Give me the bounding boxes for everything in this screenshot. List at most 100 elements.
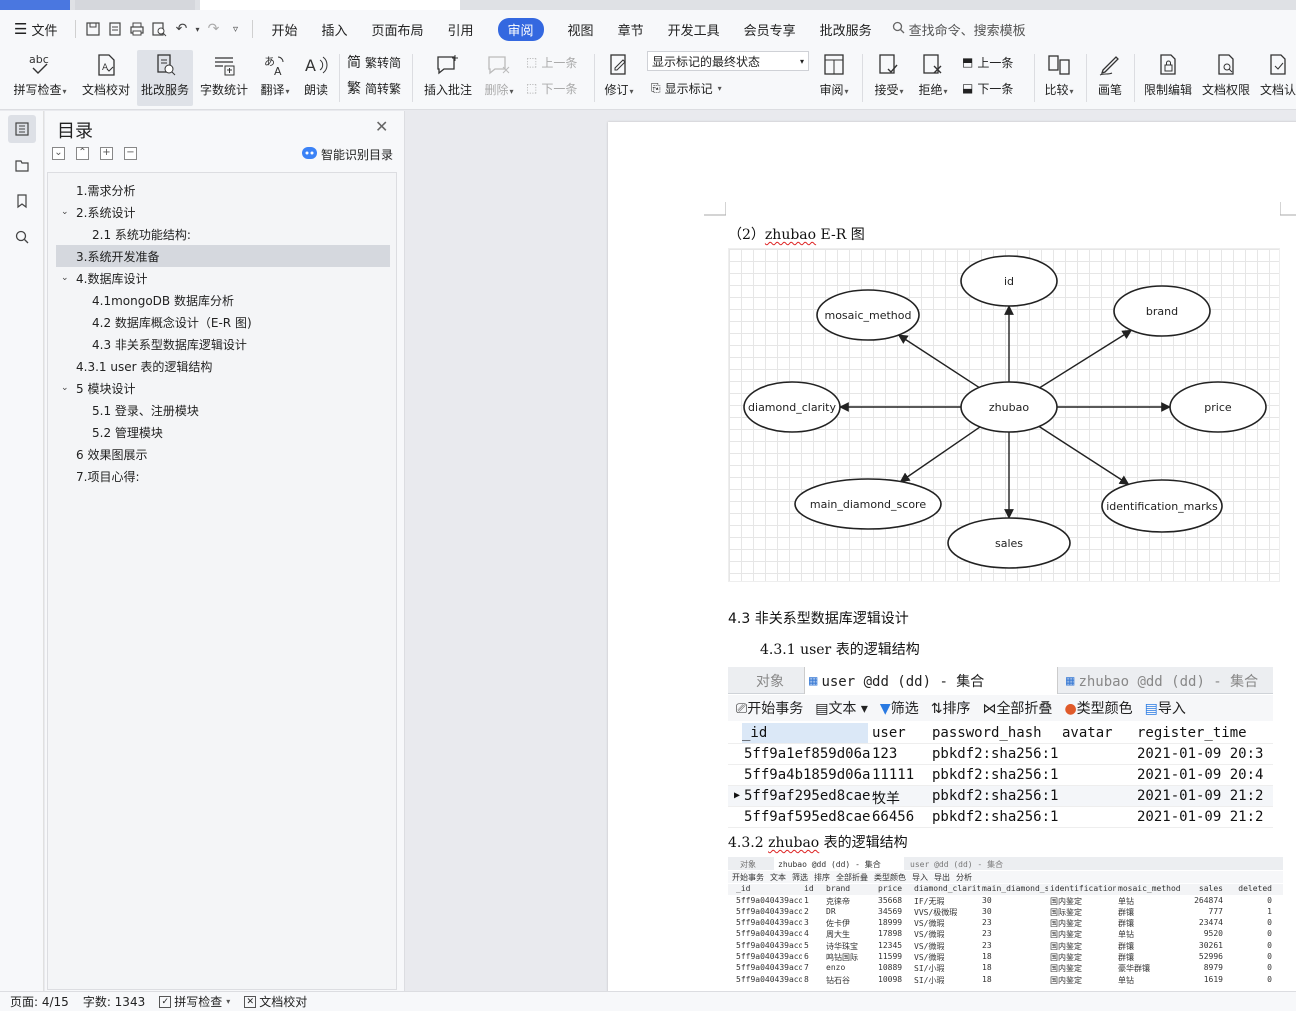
correct-service-button[interactable]: 批改服务 [137,50,193,106]
doc-proof-toggle[interactable]: ✕ 文档校对 [244,993,307,1010]
next-change-button[interactable]: ⬓ 下一条 [962,77,1013,99]
toc-item[interactable]: 4.2 数据库概念设计（E-R 图) [92,311,252,333]
read-aloud-button[interactable]: A 朗读 [299,50,333,106]
grid-cell: 单钻 [1118,896,1134,906]
toc-item-selected[interactable]: 3.系统开发准备 [56,245,390,267]
undo-dropdown-icon[interactable]: ▾ [192,18,202,40]
grid-cell: 1 [804,895,809,905]
spell-check-button[interactable]: abc 拼写检查▾ [8,50,72,106]
toc-item[interactable]: 2.1 系统功能结构: [92,223,191,245]
window-tab-home[interactable] [0,0,70,10]
redo-icon[interactable]: ↷ [202,18,224,40]
grid-cell: enzo [826,963,846,973]
toc-item[interactable]: 4.3.1 user 表的逻辑结构 [76,355,212,377]
show-markup-button[interactable]: ⎘ 显示标记 ▾ [651,77,722,99]
prev-change-button[interactable]: ⬒ 上一条 [962,51,1013,73]
simp-to-trad-button[interactable]: 繁简转繁 [347,77,401,99]
customize-quick-access-icon[interactable]: ▿ [224,18,246,40]
track-changes-button[interactable]: 修订▾ [600,50,638,106]
tab-review[interactable]: 审阅 [486,10,556,48]
grid-cell: 5ff9a040439acd0 [736,974,802,984]
document-area[interactable]: （2）zhubao E-R 图 zhubao id brand price identi… [406,111,1296,991]
add-heading-icon[interactable]: + [100,147,113,160]
tab-start[interactable]: 开始 [259,10,309,48]
chapter-nav-icon[interactable] [8,151,36,179]
toc-item[interactable]: 7.项目心得: [76,465,140,487]
file-menu[interactable]: ☰ 文件 [0,10,69,48]
accept-button[interactable]: 接受▾ [869,50,909,106]
smart-toc-button[interactable]: 智能识别目录 [302,146,393,163]
doc-permission-button[interactable]: 文档权限 [1198,50,1254,106]
page-indicator[interactable]: 页面: 4/15 [10,993,69,1010]
markup-mode-select[interactable]: 显示标记的最终状态 ▾ [647,51,809,71]
print-preview-icon[interactable] [148,18,170,40]
tab-developer[interactable]: 开发工具 [656,10,732,48]
tab-member[interactable]: 会员专享 [732,10,808,48]
er-attribute-node: identification_marks [1101,479,1223,533]
command-search[interactable]: 查找命令、搜索模板 [892,20,1026,39]
toc-item[interactable]: 4.数据库设计 [76,267,147,289]
toc-item[interactable]: 4.3 非关系型数据库逻辑设计 [92,333,247,355]
save-icon[interactable] [82,18,104,40]
grid-cell: 17898 [878,929,903,939]
doc-proof-icon: A [98,54,115,76]
next-comment-button[interactable]: ⬚ 下一条 [526,77,577,99]
tab-references[interactable]: 引用 [436,10,486,48]
chevron-down-icon[interactable]: ⌄ [61,273,69,283]
window-tab-document[interactable] [200,0,460,10]
delete-comment-icon [488,56,510,75]
toc-item[interactable]: 5 模块设计 [76,377,135,399]
trad-to-simp-button[interactable]: 简繁转简 [347,51,401,73]
window-tab-strip [0,0,1296,10]
word-count-indicator[interactable]: 字数: 1343 [83,993,145,1010]
tab-correct-service[interactable]: 批改服务 [808,10,884,48]
bookmark-icon[interactable] [8,187,36,215]
toc-item[interactable]: 5.1 登录、注册模块 [92,399,199,421]
grid-cell: 单钻 [1118,975,1134,985]
remove-heading-icon[interactable]: − [124,147,137,160]
chevron-down-icon[interactable]: ⌄ [61,207,69,217]
color-icon: ●类型颜色 [1064,701,1133,717]
insert-comment-button[interactable]: 插入批注 [420,50,476,106]
restrict-edit-button[interactable]: 限制编辑 [1140,50,1196,106]
grid-cell: 群镶 [1118,953,1134,962]
toc-item[interactable]: 6 效果图展示 [76,443,147,465]
toc-item[interactable]: 2.系统设计 [76,201,135,223]
collapse-all-icon[interactable]: ⌄ [52,147,65,160]
ink-button[interactable]: 画笔 [1094,50,1126,106]
search-icon[interactable] [8,223,36,251]
grid-cell: 2 [804,906,809,916]
grid-cell: 群镶 [1118,941,1134,951]
tab-page-layout[interactable]: 页面布局 [360,10,436,48]
doc-proof-button[interactable]: A 文档校对 [78,50,134,106]
export-pdf-icon[interactable] [104,18,126,40]
print-icon[interactable] [126,18,148,40]
tab-chapter[interactable]: 章节 [606,10,656,48]
expand-all-icon[interactable]: ⌃ [76,147,89,160]
reject-button[interactable]: 拒绝▾ [913,50,953,106]
delete-comment-button[interactable]: 删除▾ [480,50,518,106]
toc-item[interactable]: 1.需求分析 [76,179,135,201]
show-markup-icon: ⎘ [651,80,661,95]
chevron-down-icon[interactable]: ⌄ [61,383,69,393]
grid-cell: 诗华珠宝 [826,941,858,951]
toc-panel-icon[interactable] [8,115,36,143]
page-corner-mark [704,202,726,216]
spell-check-toggle[interactable]: ✓ 拼写检查 ▾ [159,993,230,1010]
prev-comment-button[interactable]: ⬚ 上一条 [526,51,577,73]
grid-cell: 18 [982,974,992,984]
undo-icon[interactable]: ↶ [170,18,192,40]
close-icon[interactable]: ✕ [375,117,388,136]
review-pane-button[interactable]: 审阅▾ [815,50,853,106]
translate-button[interactable]: あA 翻译▾ [255,50,295,106]
tab-view[interactable]: 视图 [556,10,606,48]
toc-item[interactable]: 5.2 管理模块 [92,421,163,443]
tab-insert[interactable]: 插入 [309,10,359,48]
grid-cell: 18999 [878,918,903,928]
toc-item[interactable]: 4.1mongoDB 数据库分析 [92,289,234,311]
doc-cert-button[interactable]: 文档认 [1258,50,1296,106]
document-page[interactable]: （2）zhubao E-R 图 zhubao id brand price identi… [608,122,1296,991]
word-count-button[interactable]: 字数统计 [198,50,250,106]
compare-button[interactable]: 比较▾ [1040,50,1078,106]
window-tab-pdf[interactable] [75,0,195,10]
